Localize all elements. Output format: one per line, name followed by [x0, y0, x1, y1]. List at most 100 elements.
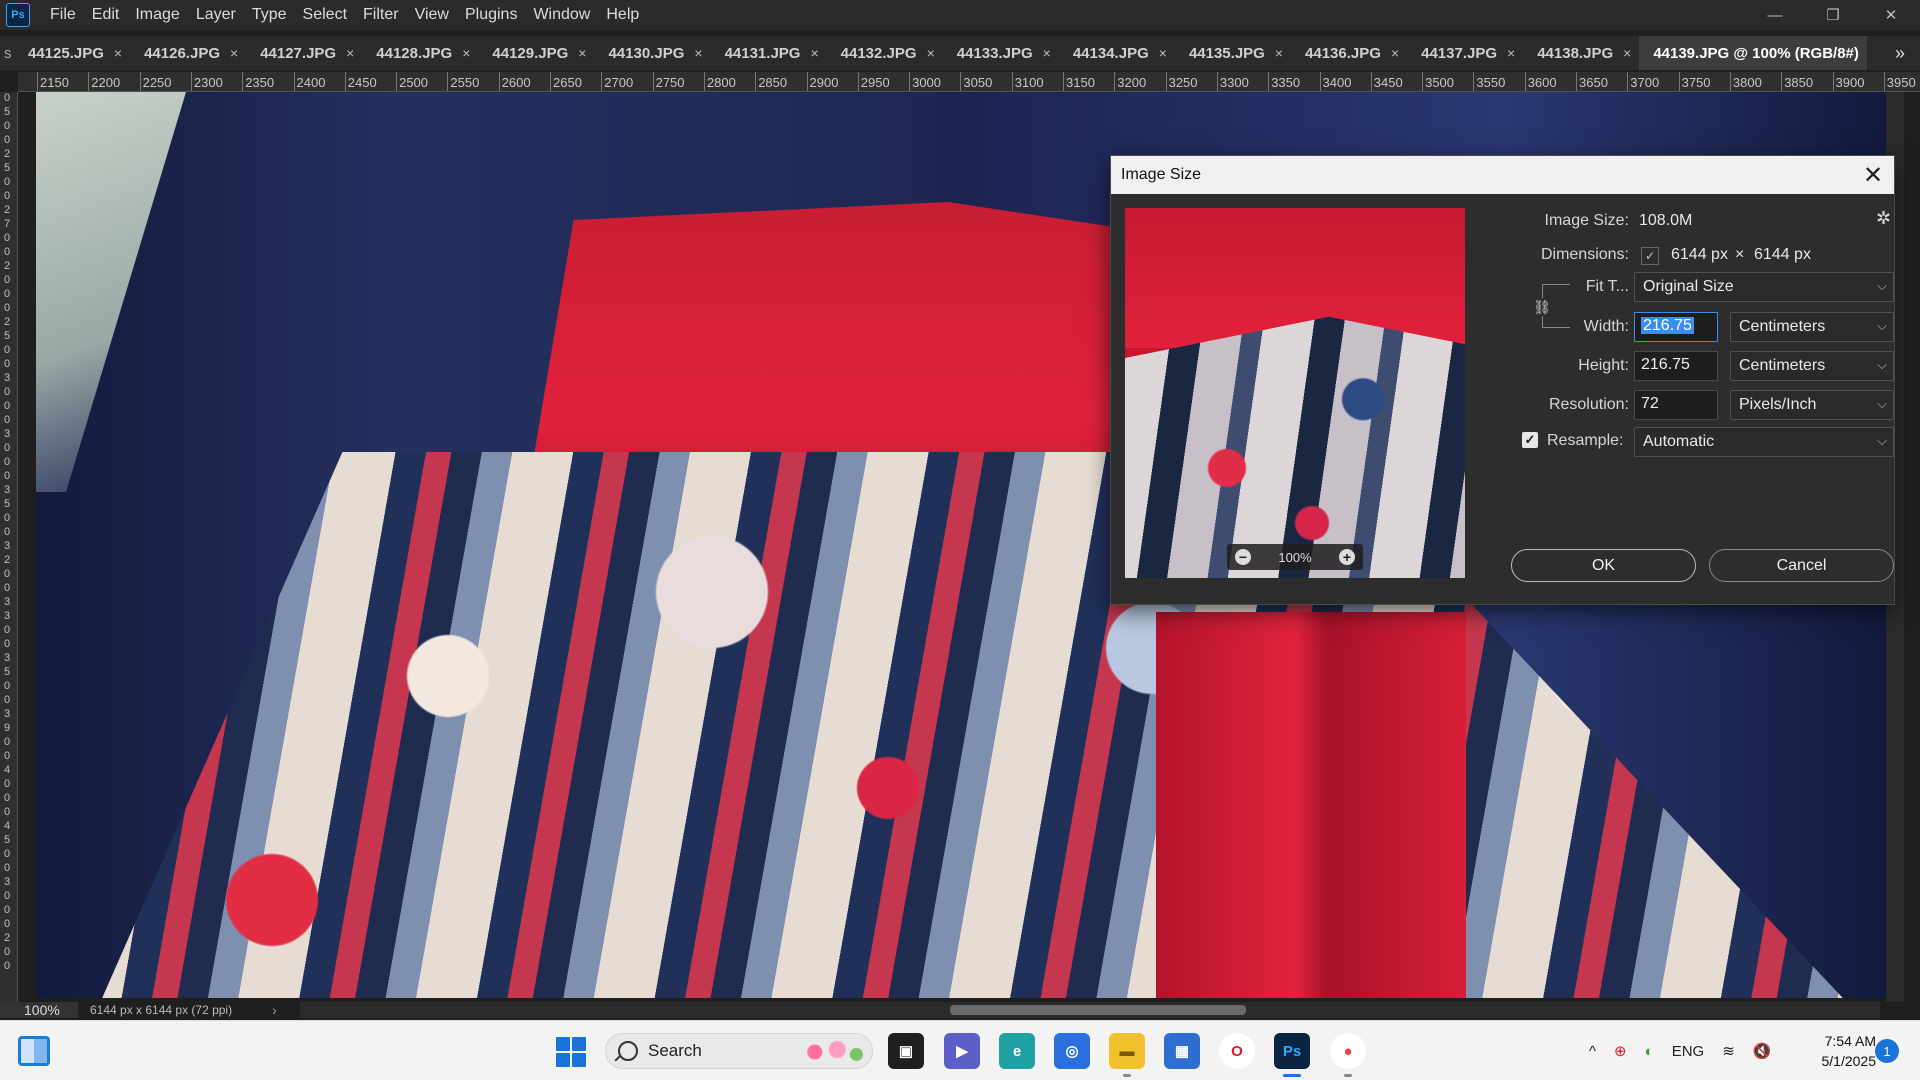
document-tab[interactable]: 44135.JPG ×: [1175, 36, 1291, 70]
tab-close-icon[interactable]: ×: [578, 45, 586, 61]
language-indicator[interactable]: ENG: [1672, 1043, 1705, 1060]
tab-label: 44133.JPG: [956, 44, 1033, 62]
volume-muted-icon[interactable]: 🔇: [1753, 1042, 1772, 1060]
document-tab[interactable]: 44131.JPG ×: [711, 36, 827, 70]
tab-close-icon[interactable]: ×: [1043, 45, 1051, 61]
search-highlight-art-icon: [802, 1040, 866, 1064]
ruler-tick: 3900: [1832, 72, 1865, 91]
menu-help[interactable]: Help: [598, 6, 647, 24]
widgets-icon[interactable]: [18, 1036, 50, 1066]
ruler-digit: 5: [4, 330, 11, 342]
tray-network-app-icon[interactable]: ◐: [1645, 1043, 1654, 1060]
document-tab[interactable]: 44125.JPG ×: [14, 36, 130, 70]
resolution-unit-select[interactable]: Pixels/Inch ⌵: [1730, 390, 1894, 420]
fit-to-select[interactable]: Original Size ⌵: [1634, 272, 1894, 302]
restore-button[interactable]: ❐: [1804, 0, 1862, 30]
taskbar-search-box[interactable]: Search: [605, 1033, 873, 1069]
document-tab[interactable]: 44129.JPG ×: [478, 36, 594, 70]
snipping-tool-app-icon[interactable]: ◎: [1054, 1033, 1090, 1069]
menu-image[interactable]: Image: [127, 6, 187, 24]
tab-label: 44135.JPG: [1188, 44, 1265, 62]
tab-close-icon[interactable]: ×: [1275, 45, 1283, 61]
tab-close-icon[interactable]: ×: [810, 45, 818, 61]
horizontal-scroll-thumb[interactable]: [950, 1005, 1246, 1015]
resolution-input[interactable]: 72: [1634, 390, 1718, 420]
teams-app-icon[interactable]: ▶: [944, 1033, 980, 1069]
height-input[interactable]: 216.75: [1634, 351, 1718, 381]
wifi-icon[interactable]: ≋: [1722, 1042, 1735, 1060]
menu-plugins[interactable]: Plugins: [457, 6, 525, 24]
menu-filter[interactable]: Filter: [355, 6, 407, 24]
resample-checkbox[interactable]: ✓: [1522, 432, 1538, 448]
ruler-digit: 0: [4, 680, 11, 692]
tab-close-icon[interactable]: ×: [114, 45, 122, 61]
width-unit-select[interactable]: Centimeters ⌵: [1730, 312, 1894, 342]
tab-overflow-left[interactable]: s: [0, 45, 14, 62]
constrain-proportions-link-icon[interactable]: ⛓: [1533, 298, 1551, 316]
microsoft-store-app-icon[interactable]: ▦: [1164, 1033, 1200, 1069]
system-tray: ^ ⊕ ◐ ENG ≋ 🔇: [1580, 1021, 1780, 1080]
file-explorer-app-icon[interactable]: ▬: [1109, 1033, 1145, 1077]
chrome-app-icon[interactable]: ●: [1330, 1033, 1366, 1077]
document-tab[interactable]: 44128.JPG ×: [362, 36, 478, 70]
tab-close-icon[interactable]: ×: [230, 45, 238, 61]
ok-button[interactable]: OK: [1511, 549, 1696, 582]
ruler-tick: 2900: [806, 72, 839, 91]
task-view-app-icon[interactable]: ▣: [888, 1033, 924, 1069]
document-tab[interactable]: 44127.JPG ×: [246, 36, 362, 70]
document-tab[interactable]: 44130.JPG ×: [594, 36, 710, 70]
resolution-value: 72: [1641, 395, 1659, 412]
horizontal-scrollbar[interactable]: [300, 1002, 1880, 1018]
status-menu-arrow[interactable]: ›: [272, 1002, 277, 1018]
height-unit-select[interactable]: Centimeters ⌵: [1730, 351, 1894, 381]
document-tab[interactable]: 44134.JPG ×: [1059, 36, 1175, 70]
tab-close-icon[interactable]: ×: [1507, 45, 1515, 61]
tab-overflow-more-button[interactable]: »: [1880, 36, 1920, 70]
document-tab[interactable]: 44136.JPG ×: [1291, 36, 1407, 70]
edge-app-icon[interactable]: e: [999, 1033, 1035, 1069]
menu-window[interactable]: Window: [525, 6, 598, 24]
tab-close-icon[interactable]: ×: [1159, 45, 1167, 61]
document-tab[interactable]: 44132.JPG ×: [827, 36, 943, 70]
tab-close-icon[interactable]: ×: [462, 45, 470, 61]
tab-label: 44126.JPG: [144, 44, 220, 62]
active-document-tab[interactable]: 44139.JPG @ 100% (RGB/8#): [1639, 36, 1867, 70]
settings-gear-icon[interactable]: ✲: [1876, 208, 1891, 229]
menu-edit[interactable]: Edit: [84, 6, 128, 24]
menu-type[interactable]: Type: [244, 6, 295, 24]
start-button[interactable]: [556, 1037, 586, 1067]
cancel-button[interactable]: Cancel: [1709, 549, 1894, 582]
vertical-ruler: 0 5 0 0 2 5 0 0 2 7 0 0 2 0 0 0 2 5 0 0 3 0 0 0 3 0 0 0 3 5 0 0 3 2 0 0 3 3 0 0…: [0, 92, 18, 1002]
close-window-button[interactable]: ✕: [1862, 0, 1920, 30]
tab-close-icon[interactable]: ×: [694, 45, 702, 61]
tab-close-icon[interactable]: ×: [927, 45, 935, 61]
image-preview[interactable]: − 100% +: [1125, 208, 1465, 578]
document-tab[interactable]: 44126.JPG ×: [130, 36, 246, 70]
ruler-tick: 3350: [1268, 72, 1301, 91]
width-input[interactable]: 216.75: [1634, 312, 1718, 342]
tray-app-icon[interactable]: ⊕: [1614, 1042, 1627, 1060]
resample-select[interactable]: Automatic ⌵: [1634, 427, 1894, 457]
photoshop-app-icon[interactable]: Ps: [1274, 1033, 1310, 1077]
clock[interactable]: 7:54 AM 5/1/2025: [1796, 1031, 1877, 1071]
opera-app-icon[interactable]: O: [1219, 1033, 1255, 1069]
notification-badge[interactable]: 1: [1875, 1039, 1899, 1063]
menu-view[interactable]: View: [407, 6, 457, 24]
dialog-close-icon[interactable]: ✕: [1858, 160, 1888, 190]
document-tab[interactable]: 44138.JPG ×: [1523, 36, 1639, 70]
tab-close-icon[interactable]: ×: [346, 45, 354, 61]
menu-select[interactable]: Select: [295, 6, 355, 24]
ruler-tick: 3800: [1729, 72, 1762, 91]
minimize-button[interactable]: —: [1746, 0, 1804, 30]
tray-chevron-up-icon[interactable]: ^: [1589, 1043, 1596, 1060]
tab-close-icon[interactable]: ×: [1391, 45, 1399, 61]
zoom-level[interactable]: 100%: [0, 1002, 78, 1018]
tab-close-icon[interactable]: ×: [1623, 45, 1631, 61]
document-tab[interactable]: 44137.JPG ×: [1407, 36, 1523, 70]
dimensions-toggle-icon[interactable]: ✓: [1641, 247, 1659, 265]
menu-layer[interactable]: Layer: [188, 6, 244, 24]
zoom-in-icon[interactable]: +: [1339, 549, 1355, 565]
document-tab[interactable]: 44133.JPG ×: [943, 36, 1059, 70]
zoom-out-icon[interactable]: −: [1235, 549, 1251, 565]
menu-file[interactable]: File: [42, 6, 84, 24]
